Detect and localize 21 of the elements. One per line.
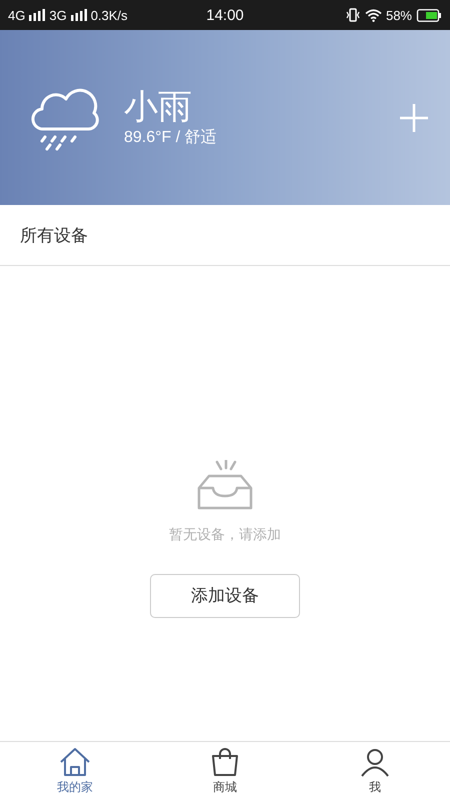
temperature-comfort: 89.6°F / 舒适 bbox=[124, 128, 218, 148]
nav-tab[interactable]: 我 bbox=[300, 742, 450, 800]
nav-tab[interactable]: 商城 bbox=[150, 742, 300, 800]
network-label: 4G bbox=[8, 8, 26, 22]
network-label: 3G bbox=[49, 8, 67, 22]
weather-condition: 小雨 bbox=[124, 86, 193, 128]
wifi-icon bbox=[364, 8, 382, 22]
network-speed: 0.3K/s bbox=[90, 8, 128, 22]
home-icon bbox=[58, 746, 92, 776]
battery-icon bbox=[416, 8, 442, 22]
battery-percent: 58% bbox=[386, 8, 412, 22]
nav-tab[interactable]: 我的家 bbox=[0, 742, 150, 800]
add-device-button[interactable]: 添加设备 bbox=[150, 574, 300, 618]
add-button[interactable] bbox=[398, 102, 430, 134]
clock: 14:00 bbox=[206, 6, 244, 24]
empty-tray-icon bbox=[195, 460, 255, 512]
vibrate-icon bbox=[344, 8, 361, 22]
signal-icon bbox=[70, 9, 87, 21]
signal-icon bbox=[29, 9, 46, 21]
section-title: 所有设备 bbox=[20, 224, 88, 246]
empty-message: 暂无设备，请添加 bbox=[169, 526, 281, 544]
